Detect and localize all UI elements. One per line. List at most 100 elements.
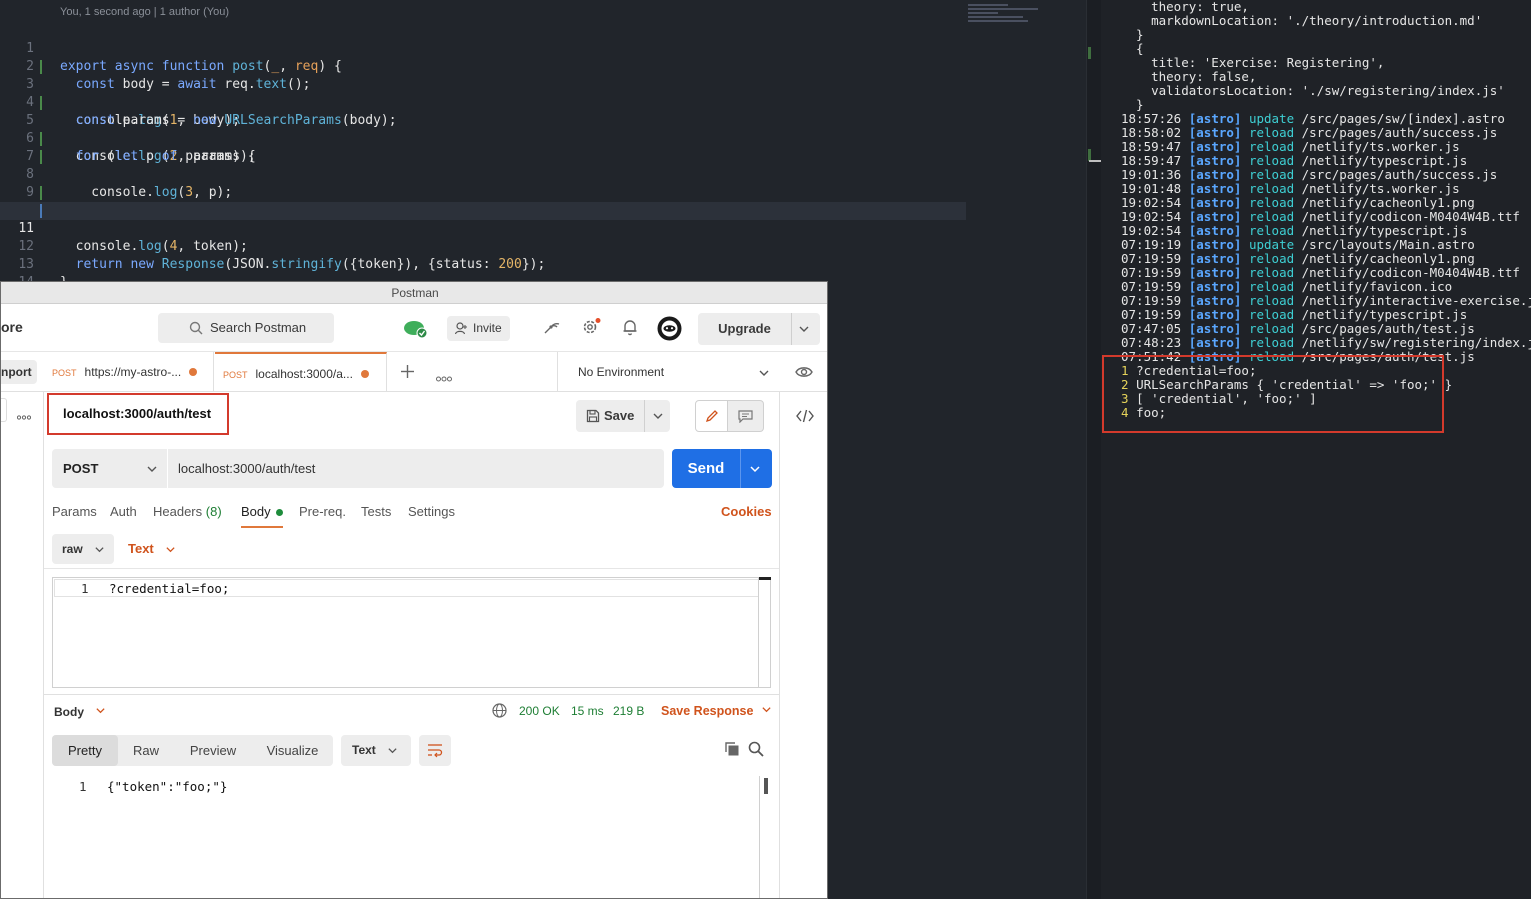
body-text[interactable]: ?credential=foo; [109,581,229,596]
save-label: Save [604,408,635,423]
cookies-link[interactable]: Cookies [721,504,772,519]
search-icon[interactable] [748,741,764,762]
tab-prerequest[interactable]: Pre-req. [299,504,346,528]
tab-more-icon[interactable] [436,369,452,387]
terminal-log-line: 18:57:26 [astro] update /src/pages/sw/[i… [1121,112,1505,126]
url-input[interactable] [168,449,664,488]
view-tab-pretty[interactable]: Pretty [52,735,118,766]
environment-select[interactable]: No Environment [557,352,783,392]
code-line[interactable]: 3 console.log(1, body); [0,58,966,128]
request-name-title[interactable]: localhost:3000/auth/test [47,393,229,435]
invite-button[interactable]: Invite [447,316,510,341]
config-text: { [1121,41,1144,56]
copy-icon[interactable] [724,741,740,762]
response-divider[interactable] [44,694,779,695]
code-line[interactable]: 10 console.log(4, token); [0,184,966,254]
globe-icon[interactable] [492,703,507,723]
response-size[interactable]: 219 B [613,704,644,718]
terminal-config-line: title: 'Exercise: Registering', [1121,56,1384,70]
log-tag: [astro] [1188,167,1242,182]
response-body-text[interactable]: {"token":"foo;"} [107,779,227,794]
body-mode-label: raw [62,542,83,556]
response-scrollbar[interactable] [759,776,769,898]
user-avatar[interactable] [657,316,682,346]
comments-button[interactable] [728,400,764,432]
log-tag: [astro] [1188,321,1242,336]
request-body-editor[interactable]: 1 ?credential=foo; [52,577,771,688]
new-tab-plus-icon[interactable] [400,364,415,384]
body-scrollbar[interactable] [758,577,771,688]
code-line[interactable]: 1 export async function post(_, req) { [0,22,966,74]
body-type-label: Text [128,541,154,556]
postman-window[interactable]: Postman ore Search Postman Invite Upgrad… [0,281,828,899]
explore-link[interactable]: ore [1,319,23,335]
code-line[interactable]: 14 [0,256,966,290]
environment-quick-look-eye-icon[interactable] [795,365,813,384]
log-path: /netlify/interactive-exercise.js [1301,293,1531,308]
code-snippet-icon[interactable] [796,409,814,428]
log-tag: [astro] [1188,181,1242,196]
code-line[interactable]: 4 const params = new URLSearchParams(bod… [0,76,966,128]
code-line-current[interactable]: 11 [0,202,966,236]
tab-params[interactable]: Params [52,504,97,528]
log-time: 18:59:47 [1121,139,1182,154]
capture-requests-icon[interactable] [542,318,560,341]
view-tab-preview[interactable]: Preview [174,735,252,766]
tab-settings[interactable]: Settings [408,504,455,528]
code-line[interactable]: 2 const body = await req.text(); [0,40,966,92]
save-disk-icon [586,409,600,423]
response-time[interactable]: 15 ms [571,704,604,718]
body-mode-select[interactable]: raw [52,534,114,564]
editor-scrollbar-gutter[interactable] [1086,0,1101,899]
upgrade-button[interactable]: Upgrade [698,313,820,345]
import-button[interactable]: nport [1,360,37,384]
code-line[interactable]: 13 } [0,238,966,290]
code-line[interactable]: 8 } [0,148,966,218]
editor-minimap[interactable] [968,4,1086,30]
log-time: 18:59:47 [1121,153,1182,168]
tab-headers[interactable]: Headers (8) [153,504,222,528]
response-status[interactable]: 200 OK [519,704,560,718]
code-line[interactable]: 5 console.log(2, params); [0,94,966,164]
save-button[interactable]: Save [576,400,644,432]
view-tab-visualize[interactable]: Visualize [252,735,333,766]
edit-request-button[interactable] [695,400,728,432]
code-line[interactable]: 7 console.log(3, p); [0,130,966,200]
log-action: reload [1248,293,1295,308]
log-path: /src/pages/sw/[index].astro [1301,111,1505,126]
log-tag: [astro] [1188,153,1242,168]
code-line[interactable]: 6 for (let p of params) { [0,112,966,164]
tab-auth[interactable]: Auth [110,504,137,528]
environment-label: No Environment [578,365,665,379]
terminal-log-line: 07:19:19 [astro] update /src/layouts/Mai… [1121,238,1475,252]
search-postman-input[interactable]: Search Postman [158,313,334,343]
terminal-panel[interactable]: theory: true, markdownLocation: './theor… [1101,0,1531,899]
config-text: title: 'Exercise: Registering', [1121,55,1385,70]
terminal-config-line: validatorsLocation: './sw/registering/in… [1121,84,1505,98]
sidebar-more-icon[interactable] [16,407,32,425]
notification-bell-icon[interactable] [622,318,638,341]
response-format-select[interactable]: Text [341,735,411,766]
tab-tests[interactable]: Tests [361,504,391,528]
cloud-sync-icon [404,321,428,339]
code-line[interactable]: 9 const token = params.get('credential')… [0,166,966,218]
tab-body[interactable]: Body [241,504,283,528]
wrap-lines-button[interactable] [419,735,451,766]
http-method-select[interactable]: POST [52,449,167,488]
sidebar-new-button[interactable] [1,398,7,422]
send-button[interactable]: Send [672,449,772,488]
log-time: 19:01:48 [1121,181,1182,196]
body-options-row: raw Text [44,530,779,569]
log-tag: [astro] [1188,125,1242,140]
view-tab-raw[interactable]: Raw [118,735,174,766]
response-section-select[interactable]: Body [54,705,106,719]
pencil-icon [705,410,718,423]
save-response-button[interactable]: Save Response [661,704,772,718]
sync-status-button[interactable] [402,317,428,339]
save-options-dropdown[interactable] [644,400,670,432]
body-type-select[interactable]: Text [128,534,188,564]
code-line[interactable]: 12 return new Response(JSON.stringify({t… [0,220,966,272]
request-tab-localhost[interactable]: POST localhost:3000/a... [215,352,387,392]
request-tab-my-astro[interactable]: POST https://my-astro-... [44,352,214,392]
settings-gear-icon[interactable] [581,318,601,341]
